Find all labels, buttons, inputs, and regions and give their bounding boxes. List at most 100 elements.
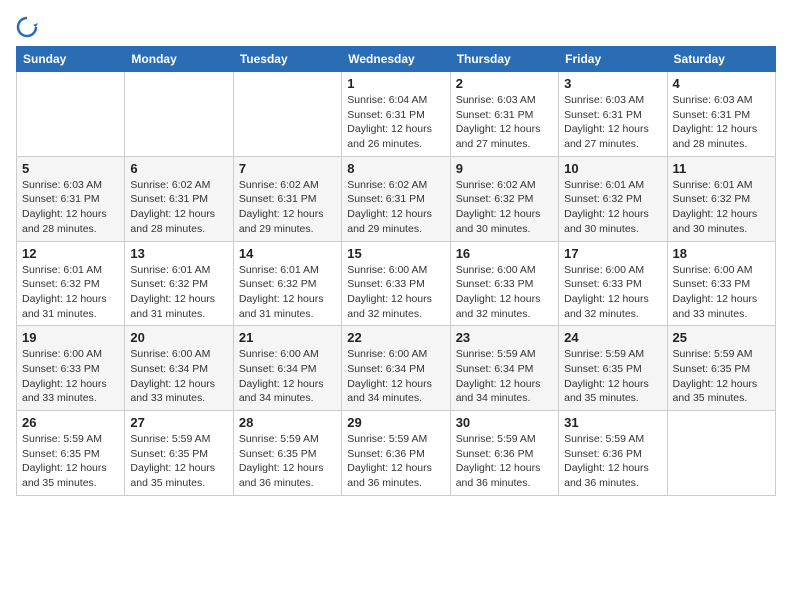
day-info: Sunrise: 6:01 AMSunset: 6:32 PMDaylight:… bbox=[673, 178, 770, 237]
calendar-cell: 3 Sunrise: 6:03 AMSunset: 6:31 PMDaylight… bbox=[559, 72, 667, 157]
day-info: Sunrise: 6:02 AMSunset: 6:31 PMDaylight:… bbox=[130, 178, 227, 237]
day-number: 21 bbox=[239, 330, 336, 345]
day-number: 27 bbox=[130, 415, 227, 430]
day-number: 18 bbox=[673, 246, 770, 261]
day-info: Sunrise: 6:03 AMSunset: 6:31 PMDaylight:… bbox=[673, 93, 770, 152]
calendar-cell: 13 Sunrise: 6:01 AMSunset: 6:32 PMDayligh… bbox=[125, 241, 233, 326]
day-info: Sunrise: 6:01 AMSunset: 6:32 PMDaylight:… bbox=[564, 178, 661, 237]
calendar-cell: 31 Sunrise: 5:59 AMSunset: 6:36 PMDayligh… bbox=[559, 411, 667, 496]
day-number: 5 bbox=[22, 161, 119, 176]
day-info: Sunrise: 6:00 AMSunset: 6:33 PMDaylight:… bbox=[347, 263, 444, 322]
calendar-cell: 20 Sunrise: 6:00 AMSunset: 6:34 PMDayligh… bbox=[125, 326, 233, 411]
day-number: 30 bbox=[456, 415, 553, 430]
day-number: 13 bbox=[130, 246, 227, 261]
calendar-cell: 6 Sunrise: 6:02 AMSunset: 6:31 PMDaylight… bbox=[125, 156, 233, 241]
day-info: Sunrise: 6:01 AMSunset: 6:32 PMDaylight:… bbox=[22, 263, 119, 322]
day-info: Sunrise: 5:59 AMSunset: 6:36 PMDaylight:… bbox=[456, 432, 553, 491]
day-info: Sunrise: 6:01 AMSunset: 6:32 PMDaylight:… bbox=[130, 263, 227, 322]
day-number: 3 bbox=[564, 76, 661, 91]
calendar-cell: 29 Sunrise: 5:59 AMSunset: 6:36 PMDayligh… bbox=[342, 411, 450, 496]
day-number: 9 bbox=[456, 161, 553, 176]
calendar-cell: 22Sunrise: 6:00 AMSunset: 6:34 PMDayligh… bbox=[342, 326, 450, 411]
day-number: 17 bbox=[564, 246, 661, 261]
day-number: 4 bbox=[673, 76, 770, 91]
weekday-friday: Friday bbox=[559, 47, 667, 72]
day-number: 11 bbox=[673, 161, 770, 176]
day-info: Sunrise: 5:59 AMSunset: 6:35 PMDaylight:… bbox=[673, 347, 770, 406]
day-info: Sunrise: 6:00 AMSunset: 6:34 PMDaylight:… bbox=[130, 347, 227, 406]
calendar-cell: 10 Sunrise: 6:01 AMSunset: 6:32 PMDayligh… bbox=[559, 156, 667, 241]
day-number: 2 bbox=[456, 76, 553, 91]
day-info: Sunrise: 6:03 AMSunset: 6:31 PMDaylight:… bbox=[22, 178, 119, 237]
day-info: Sunrise: 5:59 AMSunset: 6:36 PMDaylight:… bbox=[347, 432, 444, 491]
day-info: Sunrise: 5:59 AMSunset: 6:35 PMDaylight:… bbox=[22, 432, 119, 491]
calendar-cell: 11 Sunrise: 6:01 AMSunset: 6:32 PMDayligh… bbox=[667, 156, 775, 241]
day-number: 23 bbox=[456, 330, 553, 345]
day-info: Sunrise: 5:59 AMSunset: 6:35 PMDaylight:… bbox=[130, 432, 227, 491]
day-info: Sunrise: 5:59 AMSunset: 6:34 PMDaylight:… bbox=[456, 347, 553, 406]
day-number: 14 bbox=[239, 246, 336, 261]
day-number: 22 bbox=[347, 330, 444, 345]
day-info: Sunrise: 5:59 AMSunset: 6:36 PMDaylight:… bbox=[564, 432, 661, 491]
day-info: Sunrise: 6:02 AMSunset: 6:31 PMDaylight:… bbox=[347, 178, 444, 237]
logo-icon bbox=[16, 16, 38, 38]
calendar-cell: 17 Sunrise: 6:00 AMSunset: 6:33 PMDayligh… bbox=[559, 241, 667, 326]
day-info: Sunrise: 6:01 AMSunset: 6:32 PMDaylight:… bbox=[239, 263, 336, 322]
calendar-cell: 12 Sunrise: 6:01 AMSunset: 6:32 PMDayligh… bbox=[17, 241, 125, 326]
weekday-header-row: SundayMondayTuesdayWednesdayThursdayFrid… bbox=[17, 47, 776, 72]
day-number: 26 bbox=[22, 415, 119, 430]
calendar-body: 1 Sunrise: 6:04 AMSunset: 6:31 PMDaylight… bbox=[17, 72, 776, 496]
weekday-tuesday: Tuesday bbox=[233, 47, 341, 72]
day-info: Sunrise: 6:00 AMSunset: 6:33 PMDaylight:… bbox=[22, 347, 119, 406]
calendar-cell: 1 Sunrise: 6:04 AMSunset: 6:31 PMDaylight… bbox=[342, 72, 450, 157]
calendar-cell: 25Sunrise: 5:59 AMSunset: 6:35 PMDayligh… bbox=[667, 326, 775, 411]
calendar-cell: 19Sunrise: 6:00 AMSunset: 6:33 PMDayligh… bbox=[17, 326, 125, 411]
day-number: 20 bbox=[130, 330, 227, 345]
calendar-cell: 4 Sunrise: 6:03 AMSunset: 6:31 PMDaylight… bbox=[667, 72, 775, 157]
day-number: 10 bbox=[564, 161, 661, 176]
calendar-table: SundayMondayTuesdayWednesdayThursdayFrid… bbox=[16, 46, 776, 496]
calendar-week-2: 5 Sunrise: 6:03 AMSunset: 6:31 PMDaylight… bbox=[17, 156, 776, 241]
day-info: Sunrise: 5:59 AMSunset: 6:35 PMDaylight:… bbox=[239, 432, 336, 491]
calendar-cell: 21 Sunrise: 6:00 AMSunset: 6:34 PMDayligh… bbox=[233, 326, 341, 411]
calendar-cell: 30 Sunrise: 5:59 AMSunset: 6:36 PMDayligh… bbox=[450, 411, 558, 496]
day-number: 12 bbox=[22, 246, 119, 261]
calendar-cell: 15 Sunrise: 6:00 AMSunset: 6:33 PMDayligh… bbox=[342, 241, 450, 326]
calendar-cell: 7Sunrise: 6:02 AMSunset: 6:31 PMDaylight… bbox=[233, 156, 341, 241]
calendar-cell: 9 Sunrise: 6:02 AMSunset: 6:32 PMDaylight… bbox=[450, 156, 558, 241]
day-info: Sunrise: 5:59 AMSunset: 6:35 PMDaylight:… bbox=[564, 347, 661, 406]
calendar-week-1: 1 Sunrise: 6:04 AMSunset: 6:31 PMDaylight… bbox=[17, 72, 776, 157]
calendar-week-5: 26 Sunrise: 5:59 AMSunset: 6:35 PMDayligh… bbox=[17, 411, 776, 496]
calendar-cell: 18 Sunrise: 6:00 AMSunset: 6:33 PMDayligh… bbox=[667, 241, 775, 326]
day-number: 29 bbox=[347, 415, 444, 430]
calendar-cell: 8 Sunrise: 6:02 AMSunset: 6:31 PMDaylight… bbox=[342, 156, 450, 241]
calendar-cell: 26 Sunrise: 5:59 AMSunset: 6:35 PMDayligh… bbox=[17, 411, 125, 496]
day-info: Sunrise: 6:00 AMSunset: 6:34 PMDaylight:… bbox=[239, 347, 336, 406]
calendar-cell: 16 Sunrise: 6:00 AMSunset: 6:33 PMDayligh… bbox=[450, 241, 558, 326]
day-info: Sunrise: 6:00 AMSunset: 6:33 PMDaylight:… bbox=[564, 263, 661, 322]
calendar-cell bbox=[233, 72, 341, 157]
calendar-cell: 27 Sunrise: 5:59 AMSunset: 6:35 PMDayligh… bbox=[125, 411, 233, 496]
day-number: 1 bbox=[347, 76, 444, 91]
day-number: 31 bbox=[564, 415, 661, 430]
day-number: 6 bbox=[130, 161, 227, 176]
weekday-wednesday: Wednesday bbox=[342, 47, 450, 72]
day-info: Sunrise: 6:00 AMSunset: 6:33 PMDaylight:… bbox=[673, 263, 770, 322]
weekday-sunday: Sunday bbox=[17, 47, 125, 72]
day-number: 24 bbox=[564, 330, 661, 345]
day-number: 8 bbox=[347, 161, 444, 176]
weekday-monday: Monday bbox=[125, 47, 233, 72]
calendar-cell: 14 Sunrise: 6:01 AMSunset: 6:32 PMDayligh… bbox=[233, 241, 341, 326]
day-number: 15 bbox=[347, 246, 444, 261]
calendar-cell bbox=[667, 411, 775, 496]
day-info: Sunrise: 6:03 AMSunset: 6:31 PMDaylight:… bbox=[564, 93, 661, 152]
day-info: Sunrise: 6:03 AMSunset: 6:31 PMDaylight:… bbox=[456, 93, 553, 152]
day-number: 16 bbox=[456, 246, 553, 261]
calendar-cell: 24 Sunrise: 5:59 AMSunset: 6:35 PMDayligh… bbox=[559, 326, 667, 411]
calendar-cell: 23 Sunrise: 5:59 AMSunset: 6:34 PMDayligh… bbox=[450, 326, 558, 411]
day-info: Sunrise: 6:00 AMSunset: 6:33 PMDaylight:… bbox=[456, 263, 553, 322]
day-info: Sunrise: 6:02 AMSunset: 6:32 PMDaylight:… bbox=[456, 178, 553, 237]
calendar-cell: 28Sunrise: 5:59 AMSunset: 6:35 PMDayligh… bbox=[233, 411, 341, 496]
day-info: Sunrise: 6:04 AMSunset: 6:31 PMDaylight:… bbox=[347, 93, 444, 152]
calendar-cell bbox=[17, 72, 125, 157]
